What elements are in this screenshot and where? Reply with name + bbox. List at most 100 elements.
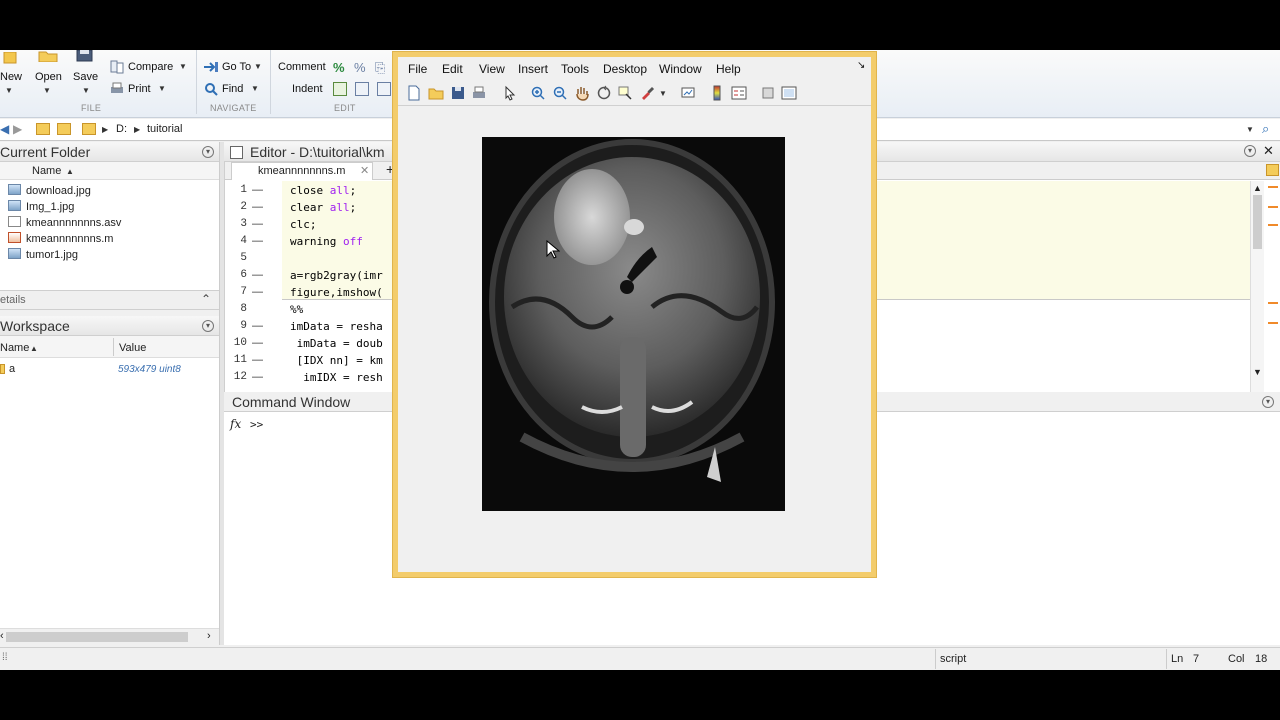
save-icon[interactable] — [76, 50, 94, 62]
data-cursor-icon[interactable] — [617, 85, 633, 101]
file-item[interactable]: Img_1.jpg — [8, 199, 74, 215]
link-plot-icon[interactable] — [680, 85, 696, 101]
code-analyzer-icon[interactable] — [1266, 164, 1279, 176]
print-dropdown-icon[interactable]: ▼ — [158, 84, 166, 93]
scrollbar-thumb[interactable] — [6, 632, 188, 642]
code-line[interactable]: imData = doub — [290, 337, 383, 350]
forward-arrow-icon[interactable]: ▶ — [13, 122, 22, 136]
workspace-row[interactable]: a 593x479 uint8 — [0, 361, 219, 377]
wrap-comments-icon[interactable]: ⎘ — [375, 60, 385, 76]
new-dropdown-icon[interactable]: ▼ — [5, 86, 13, 95]
breakpoint-marker[interactable]: — — [252, 371, 263, 383]
print-figure-icon[interactable] — [471, 85, 487, 101]
path-folder[interactable]: tuitorial — [147, 123, 182, 135]
scroll-down-icon[interactable]: ▼ — [1253, 367, 1262, 377]
goto-button[interactable]: Go To — [222, 61, 251, 73]
increase-indent-icon[interactable] — [355, 82, 369, 96]
path-drive[interactable]: D: — [116, 123, 127, 135]
show-plot-tools-icon[interactable] — [781, 85, 797, 101]
command-window-actions-icon[interactable]: ▾ — [1262, 396, 1274, 408]
new-button[interactable]: New — [0, 71, 22, 83]
insert-legend-icon[interactable] — [731, 85, 747, 101]
workspace-hscrollbar[interactable]: › ‹ — [0, 628, 219, 644]
smart-indent-icon[interactable] — [333, 82, 347, 96]
open-button[interactable]: Open — [35, 71, 62, 83]
code-line[interactable]: clear all; — [290, 201, 356, 214]
warning-marker[interactable] — [1268, 224, 1278, 226]
workspace-col-name[interactable]: Name — [0, 342, 29, 354]
browse-folder-icon[interactable] — [57, 123, 71, 135]
menu-view[interactable]: View — [479, 62, 505, 76]
rotate-3d-icon[interactable] — [596, 85, 612, 101]
open-dropdown-icon[interactable]: ▼ — [43, 86, 51, 95]
brush-icon[interactable] — [639, 85, 655, 101]
menu-tools[interactable]: Tools — [561, 62, 589, 76]
menu-window[interactable]: Window — [659, 62, 702, 76]
fx-icon[interactable]: fx — [230, 417, 241, 431]
search-folder-icon[interactable]: ⌕ — [1262, 121, 1269, 137]
breakpoint-marker[interactable]: — — [252, 235, 263, 247]
file-item[interactable]: tumor1.jpg — [8, 247, 78, 263]
mri-image[interactable] — [482, 137, 785, 511]
menu-edit[interactable]: Edit — [442, 62, 463, 76]
breakpoint-marker[interactable]: — — [252, 218, 263, 230]
new-figure-icon[interactable] — [406, 85, 422, 101]
open-file-icon[interactable] — [428, 85, 444, 101]
up-folder-icon[interactable] — [36, 123, 50, 135]
dock-figure-icon[interactable]: ↘ — [857, 60, 865, 71]
editor-vscrollbar[interactable]: ▲ ▼ — [1250, 181, 1264, 401]
open-icon[interactable] — [38, 50, 58, 63]
print-button[interactable]: Print — [128, 83, 151, 95]
scroll-left-icon[interactable]: ‹ — [0, 630, 4, 642]
back-arrow-icon[interactable]: ◀ — [0, 122, 9, 136]
file-item[interactable]: kmeannnnnnns.m — [8, 231, 113, 247]
hide-plot-tools-icon[interactable] — [760, 85, 776, 101]
find-button[interactable]: Find — [222, 83, 243, 95]
code-line[interactable]: imData = resha — [290, 320, 383, 333]
scrollbar-thumb[interactable] — [1253, 195, 1262, 249]
breakpoint-marker[interactable]: — — [252, 201, 263, 213]
save-button[interactable]: Save — [73, 71, 98, 83]
scroll-up-icon[interactable]: ▲ — [1253, 183, 1262, 193]
current-folder-actions-icon[interactable]: ▾ — [202, 146, 214, 158]
code-line[interactable]: figure,imshow( — [290, 286, 383, 299]
file-item[interactable]: download.jpg — [8, 183, 91, 199]
warning-marker[interactable] — [1268, 186, 1278, 188]
scroll-right-icon[interactable]: › — [207, 630, 211, 642]
save-dropdown-icon[interactable]: ▼ — [82, 86, 90, 95]
editor-tab[interactable]: kmeannnnnnns.m ✕ — [231, 162, 373, 180]
code-line[interactable]: [IDX nn] = km — [290, 354, 383, 367]
code-line[interactable]: a=rgb2gray(imr — [290, 269, 383, 282]
breakpoint-marker[interactable]: — — [252, 286, 263, 298]
uncomment-icon[interactable]: % — [354, 60, 366, 75]
comment-percent-icon[interactable]: % — [333, 60, 345, 75]
menu-insert[interactable]: Insert — [518, 62, 548, 76]
pan-hand-icon[interactable] — [574, 85, 590, 101]
tab-close-icon[interactable]: ✕ — [360, 164, 369, 177]
collapse-details-icon[interactable]: ⌃ — [201, 292, 211, 306]
warning-marker[interactable] — [1268, 302, 1278, 304]
zoom-in-icon[interactable] — [530, 85, 546, 101]
breakpoint-marker[interactable]: — — [252, 184, 263, 196]
code-line[interactable]: %% — [290, 303, 303, 316]
save-figure-icon[interactable] — [450, 85, 466, 101]
select-pointer-icon[interactable] — [502, 85, 518, 101]
menu-help[interactable]: Help — [716, 62, 741, 76]
zoom-out-icon[interactable] — [552, 85, 568, 101]
warning-marker[interactable] — [1268, 206, 1278, 208]
code-line[interactable]: close all; — [290, 184, 356, 197]
compare-dropdown-icon[interactable]: ▼ — [179, 62, 187, 71]
breakpoint-marker[interactable]: — — [252, 320, 263, 332]
breakpoint-marker[interactable]: — — [252, 354, 263, 366]
warning-marker[interactable] — [1268, 322, 1278, 324]
find-dropdown-icon[interactable]: ▼ — [251, 84, 259, 93]
file-col-name[interactable]: Name — [32, 165, 61, 177]
editor-close-icon[interactable]: ✕ — [1263, 143, 1274, 159]
comment-button[interactable]: Comment — [278, 61, 326, 73]
path-history-dropdown-icon[interactable]: ▼ — [1246, 125, 1254, 134]
breakpoint-marker[interactable]: — — [252, 269, 263, 281]
code-line[interactable]: warning off — [290, 235, 363, 248]
workspace-col-value[interactable]: Value — [119, 342, 146, 354]
new-icon[interactable] — [0, 51, 20, 64]
workspace-actions-icon[interactable]: ▾ — [202, 320, 214, 332]
